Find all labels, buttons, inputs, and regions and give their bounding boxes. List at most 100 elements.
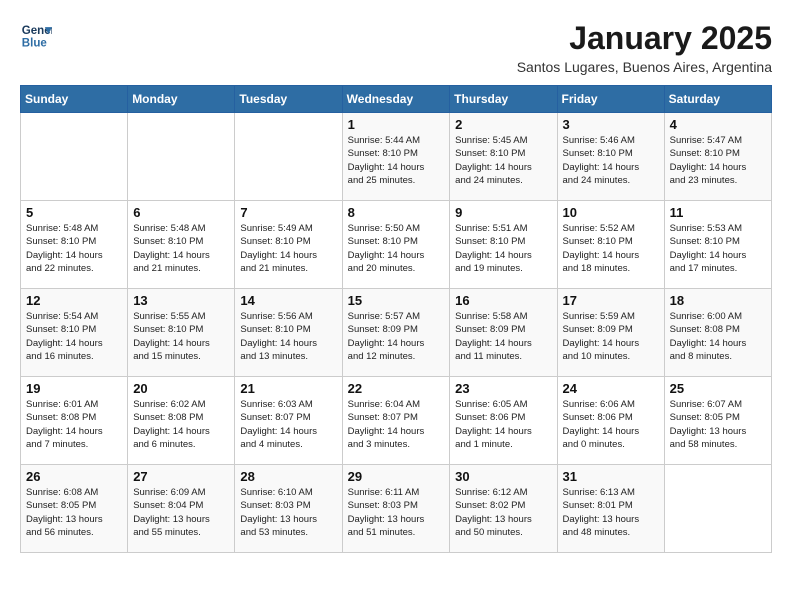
day-number: 15 (348, 293, 445, 308)
logo-icon: General Blue (20, 20, 52, 52)
day-number: 31 (563, 469, 659, 484)
day-number: 30 (455, 469, 551, 484)
day-cell (21, 113, 128, 201)
day-number: 16 (455, 293, 551, 308)
day-number: 13 (133, 293, 229, 308)
logo: General Blue (20, 20, 52, 52)
day-number: 27 (133, 469, 229, 484)
week-row-5: 26 Sunrise: 6:08 AM Sunset: 8:05 PM Dayli… (21, 465, 772, 553)
day-cell: 13 Sunrise: 5:55 AM Sunset: 8:10 PM Dayli… (128, 289, 235, 377)
day-cell: 19 Sunrise: 6:01 AM Sunset: 8:08 PM Dayli… (21, 377, 128, 465)
header-monday: Monday (128, 86, 235, 113)
day-info: Sunrise: 5:55 AM Sunset: 8:10 PM Dayligh… (133, 310, 229, 363)
day-number: 25 (670, 381, 766, 396)
day-info: Sunrise: 5:54 AM Sunset: 8:10 PM Dayligh… (26, 310, 122, 363)
day-number: 5 (26, 205, 122, 220)
location-subtitle: Santos Lugares, Buenos Aires, Argentina (517, 59, 772, 75)
day-info: Sunrise: 6:12 AM Sunset: 8:02 PM Dayligh… (455, 486, 551, 539)
day-info: Sunrise: 6:10 AM Sunset: 8:03 PM Dayligh… (240, 486, 336, 539)
day-number: 18 (670, 293, 766, 308)
day-cell: 23 Sunrise: 6:05 AM Sunset: 8:06 PM Dayli… (450, 377, 557, 465)
day-cell: 7Sunrise: 5:49 AM Sunset: 8:10 PM Daylig… (235, 201, 342, 289)
day-info: Sunrise: 5:44 AM Sunset: 8:10 PM Dayligh… (348, 134, 445, 187)
day-number: 4 (670, 117, 766, 132)
day-info: Sunrise: 5:50 AM Sunset: 8:10 PM Dayligh… (348, 222, 445, 275)
header-sunday: Sunday (21, 86, 128, 113)
day-cell: 6 Sunrise: 5:48 AM Sunset: 8:10 PM Daylig… (128, 201, 235, 289)
day-cell: 31 Sunrise: 6:13 AM Sunset: 8:01 PM Dayli… (557, 465, 664, 553)
day-info: Sunrise: 5:51 AM Sunset: 8:10 PM Dayligh… (455, 222, 551, 275)
day-info: Sunrise: 6:03 AM Sunset: 8:07 PM Dayligh… (240, 398, 336, 451)
day-cell: 26 Sunrise: 6:08 AM Sunset: 8:05 PM Dayli… (21, 465, 128, 553)
day-info: Sunrise: 6:07 AM Sunset: 8:05 PM Dayligh… (670, 398, 766, 451)
day-number: 11 (670, 205, 766, 220)
day-info: Sunrise: 6:05 AM Sunset: 8:06 PM Dayligh… (455, 398, 551, 451)
day-cell: 24 Sunrise: 6:06 AM Sunset: 8:06 PM Dayli… (557, 377, 664, 465)
day-info: Sunrise: 6:13 AM Sunset: 8:01 PM Dayligh… (563, 486, 659, 539)
day-cell: 12 Sunrise: 5:54 AM Sunset: 8:10 PM Dayli… (21, 289, 128, 377)
day-number: 1 (348, 117, 445, 132)
day-cell: 27 Sunrise: 6:09 AM Sunset: 8:04 PM Dayli… (128, 465, 235, 553)
day-cell: 3 Sunrise: 5:46 AM Sunset: 8:10 PM Daylig… (557, 113, 664, 201)
day-number: 22 (348, 381, 445, 396)
day-number: 21 (240, 381, 336, 396)
day-info: Sunrise: 6:06 AM Sunset: 8:06 PM Dayligh… (563, 398, 659, 451)
day-info: Sunrise: 5:47 AM Sunset: 8:10 PM Dayligh… (670, 134, 766, 187)
day-info: Sunrise: 6:08 AM Sunset: 8:05 PM Dayligh… (26, 486, 122, 539)
day-number: 28 (240, 469, 336, 484)
day-info: Sunrise: 5:57 AM Sunset: 8:09 PM Dayligh… (348, 310, 445, 363)
day-info: Sunrise: 6:01 AM Sunset: 8:08 PM Dayligh… (26, 398, 122, 451)
calendar-table: SundayMondayTuesdayWednesdayThursdayFrid… (20, 85, 772, 553)
day-cell: 8 Sunrise: 5:50 AM Sunset: 8:10 PM Daylig… (342, 201, 450, 289)
header-tuesday: Tuesday (235, 86, 342, 113)
day-info: Sunrise: 6:11 AM Sunset: 8:03 PM Dayligh… (348, 486, 445, 539)
week-row-2: 5 Sunrise: 5:48 AM Sunset: 8:10 PM Daylig… (21, 201, 772, 289)
day-info: Sunrise: 5:52 AM Sunset: 8:10 PM Dayligh… (563, 222, 659, 275)
header-row: SundayMondayTuesdayWednesdayThursdayFrid… (21, 86, 772, 113)
day-number: 23 (455, 381, 551, 396)
day-cell: 10Sunrise: 5:52 AM Sunset: 8:10 PM Dayli… (557, 201, 664, 289)
calendar-header: SundayMondayTuesdayWednesdayThursdayFrid… (21, 86, 772, 113)
day-cell: 17Sunrise: 5:59 AM Sunset: 8:09 PM Dayli… (557, 289, 664, 377)
day-number: 29 (348, 469, 445, 484)
week-row-1: 1 Sunrise: 5:44 AM Sunset: 8:10 PM Daylig… (21, 113, 772, 201)
day-cell: 25 Sunrise: 6:07 AM Sunset: 8:05 PM Dayli… (664, 377, 771, 465)
day-info: Sunrise: 6:04 AM Sunset: 8:07 PM Dayligh… (348, 398, 445, 451)
header-saturday: Saturday (664, 86, 771, 113)
day-cell (664, 465, 771, 553)
day-info: Sunrise: 5:48 AM Sunset: 8:10 PM Dayligh… (26, 222, 122, 275)
day-info: Sunrise: 5:46 AM Sunset: 8:10 PM Dayligh… (563, 134, 659, 187)
day-number: 6 (133, 205, 229, 220)
day-cell: 21 Sunrise: 6:03 AM Sunset: 8:07 PM Dayli… (235, 377, 342, 465)
page-header: General Blue January 2025 Santos Lugares… (20, 20, 772, 75)
day-number: 8 (348, 205, 445, 220)
day-cell: 29 Sunrise: 6:11 AM Sunset: 8:03 PM Dayli… (342, 465, 450, 553)
week-row-3: 12 Sunrise: 5:54 AM Sunset: 8:10 PM Dayli… (21, 289, 772, 377)
day-number: 3 (563, 117, 659, 132)
day-cell: 30 Sunrise: 6:12 AM Sunset: 8:02 PM Dayli… (450, 465, 557, 553)
header-thursday: Thursday (450, 86, 557, 113)
day-number: 2 (455, 117, 551, 132)
day-number: 19 (26, 381, 122, 396)
day-info: Sunrise: 6:00 AM Sunset: 8:08 PM Dayligh… (670, 310, 766, 363)
day-number: 24 (563, 381, 659, 396)
day-info: Sunrise: 5:58 AM Sunset: 8:09 PM Dayligh… (455, 310, 551, 363)
day-cell: 2Sunrise: 5:45 AM Sunset: 8:10 PM Daylig… (450, 113, 557, 201)
header-wednesday: Wednesday (342, 86, 450, 113)
calendar-body: 1 Sunrise: 5:44 AM Sunset: 8:10 PM Daylig… (21, 113, 772, 553)
day-number: 26 (26, 469, 122, 484)
title-block: January 2025 Santos Lugares, Buenos Aire… (517, 20, 772, 75)
day-cell (128, 113, 235, 201)
day-cell: 4 Sunrise: 5:47 AM Sunset: 8:10 PM Daylig… (664, 113, 771, 201)
day-cell: 16 Sunrise: 5:58 AM Sunset: 8:09 PM Dayli… (450, 289, 557, 377)
day-info: Sunrise: 6:09 AM Sunset: 8:04 PM Dayligh… (133, 486, 229, 539)
day-cell: 15 Sunrise: 5:57 AM Sunset: 8:09 PM Dayli… (342, 289, 450, 377)
day-cell: 14Sunrise: 5:56 AM Sunset: 8:10 PM Dayli… (235, 289, 342, 377)
day-info: Sunrise: 5:48 AM Sunset: 8:10 PM Dayligh… (133, 222, 229, 275)
day-number: 12 (26, 293, 122, 308)
day-cell: 28 Sunrise: 6:10 AM Sunset: 8:03 PM Dayli… (235, 465, 342, 553)
day-cell: 18 Sunrise: 6:00 AM Sunset: 8:08 PM Dayli… (664, 289, 771, 377)
day-number: 17 (563, 293, 659, 308)
day-info: Sunrise: 5:49 AM Sunset: 8:10 PM Dayligh… (240, 222, 336, 275)
header-friday: Friday (557, 86, 664, 113)
